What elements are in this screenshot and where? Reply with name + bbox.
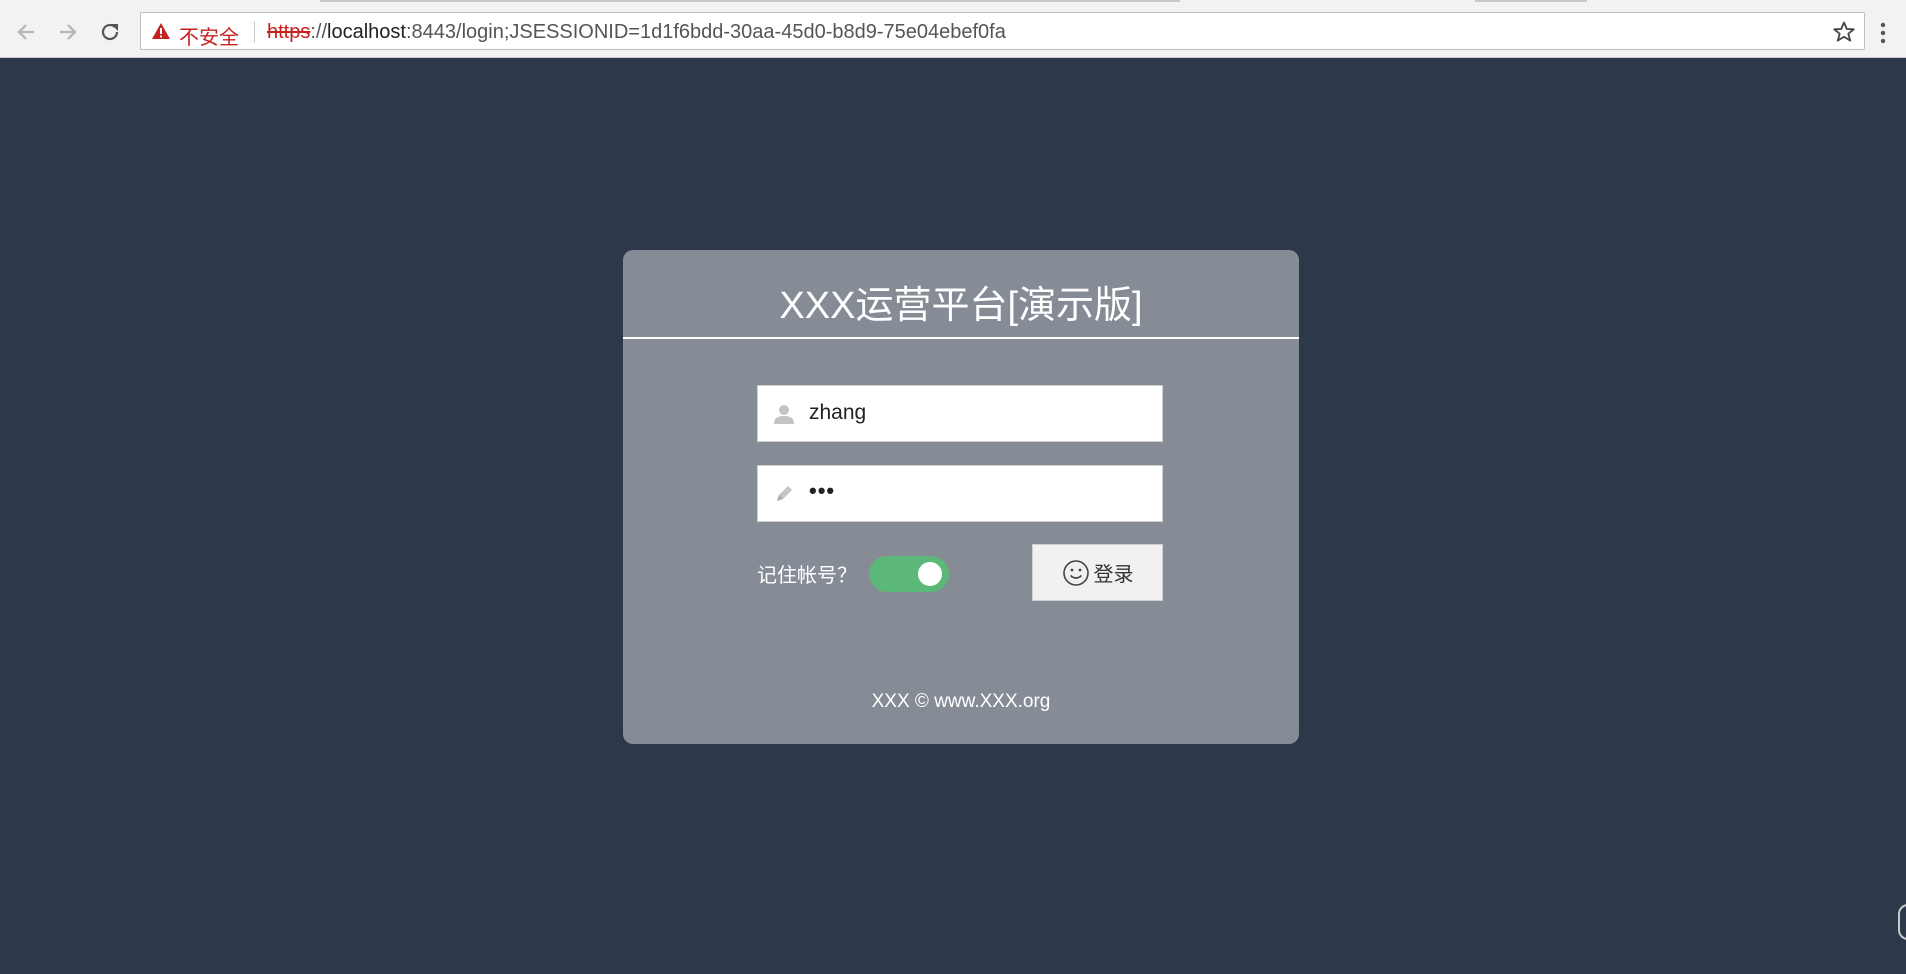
remember-account-label: 记住帐号？ <box>757 565 857 587</box>
omnibox-separator <box>254 21 255 43</box>
remember-account-toggle[interactable] <box>869 556 949 592</box>
browser-menu-icon[interactable] <box>1880 22 1886 44</box>
user-icon <box>774 405 794 424</box>
back-button[interactable] <box>12 18 40 46</box>
url-separator: :// <box>310 21 328 43</box>
bookmark-star-icon[interactable] <box>1832 20 1856 44</box>
back-arrow-icon <box>17 24 34 40</box>
url-scheme: https <box>267 21 311 43</box>
reload-icon <box>101 23 119 41</box>
page-title: XXX运营平台[演示版] <box>779 285 1143 327</box>
title-divider <box>623 337 1299 339</box>
forward-button[interactable] <box>54 18 82 46</box>
login-button[interactable]: 登录 <box>1032 544 1163 601</box>
pencil-icon <box>777 486 792 501</box>
url-path: :8443/login;JSESSIONID=1d1f6bdd-30aa-45d… <box>405 21 1006 43</box>
browser-toolbar: 不安全 https://localhost:8443/login;JSESSIO… <box>0 8 1906 58</box>
password-value: ••• <box>809 478 836 503</box>
login-button-label: 登录 <box>1093 564 1134 586</box>
username-value: zhang <box>809 401 867 424</box>
password-field[interactable]: ••• <box>757 465 1163 522</box>
warning-icon <box>152 23 170 39</box>
login-card: XXX运营平台[演示版] zhang ••• 记住帐号？ 登录 XXX © ww… <box>623 250 1299 744</box>
forward-arrow-icon <box>60 24 77 40</box>
not-secure-label[interactable]: 不安全 <box>179 21 239 50</box>
copyright-footer: XXX © www.XXX.org <box>871 691 1051 712</box>
address-bar[interactable]: 不安全 https://localhost:8443/login;JSESSIO… <box>140 12 1865 50</box>
corner-floating-widget[interactable] <box>1898 904 1906 940</box>
tab-edge <box>320 0 1180 2</box>
tab-edge <box>1475 0 1587 2</box>
smile-icon <box>1062 559 1089 586</box>
tab-strip <box>0 0 1906 8</box>
toggle-knob <box>918 562 942 586</box>
url-host: localhost <box>327 21 406 43</box>
username-field[interactable]: zhang <box>757 385 1163 442</box>
url-text[interactable]: https://localhost:8443/login;JSESSIONID=… <box>267 21 1006 44</box>
reload-button[interactable] <box>96 18 124 46</box>
